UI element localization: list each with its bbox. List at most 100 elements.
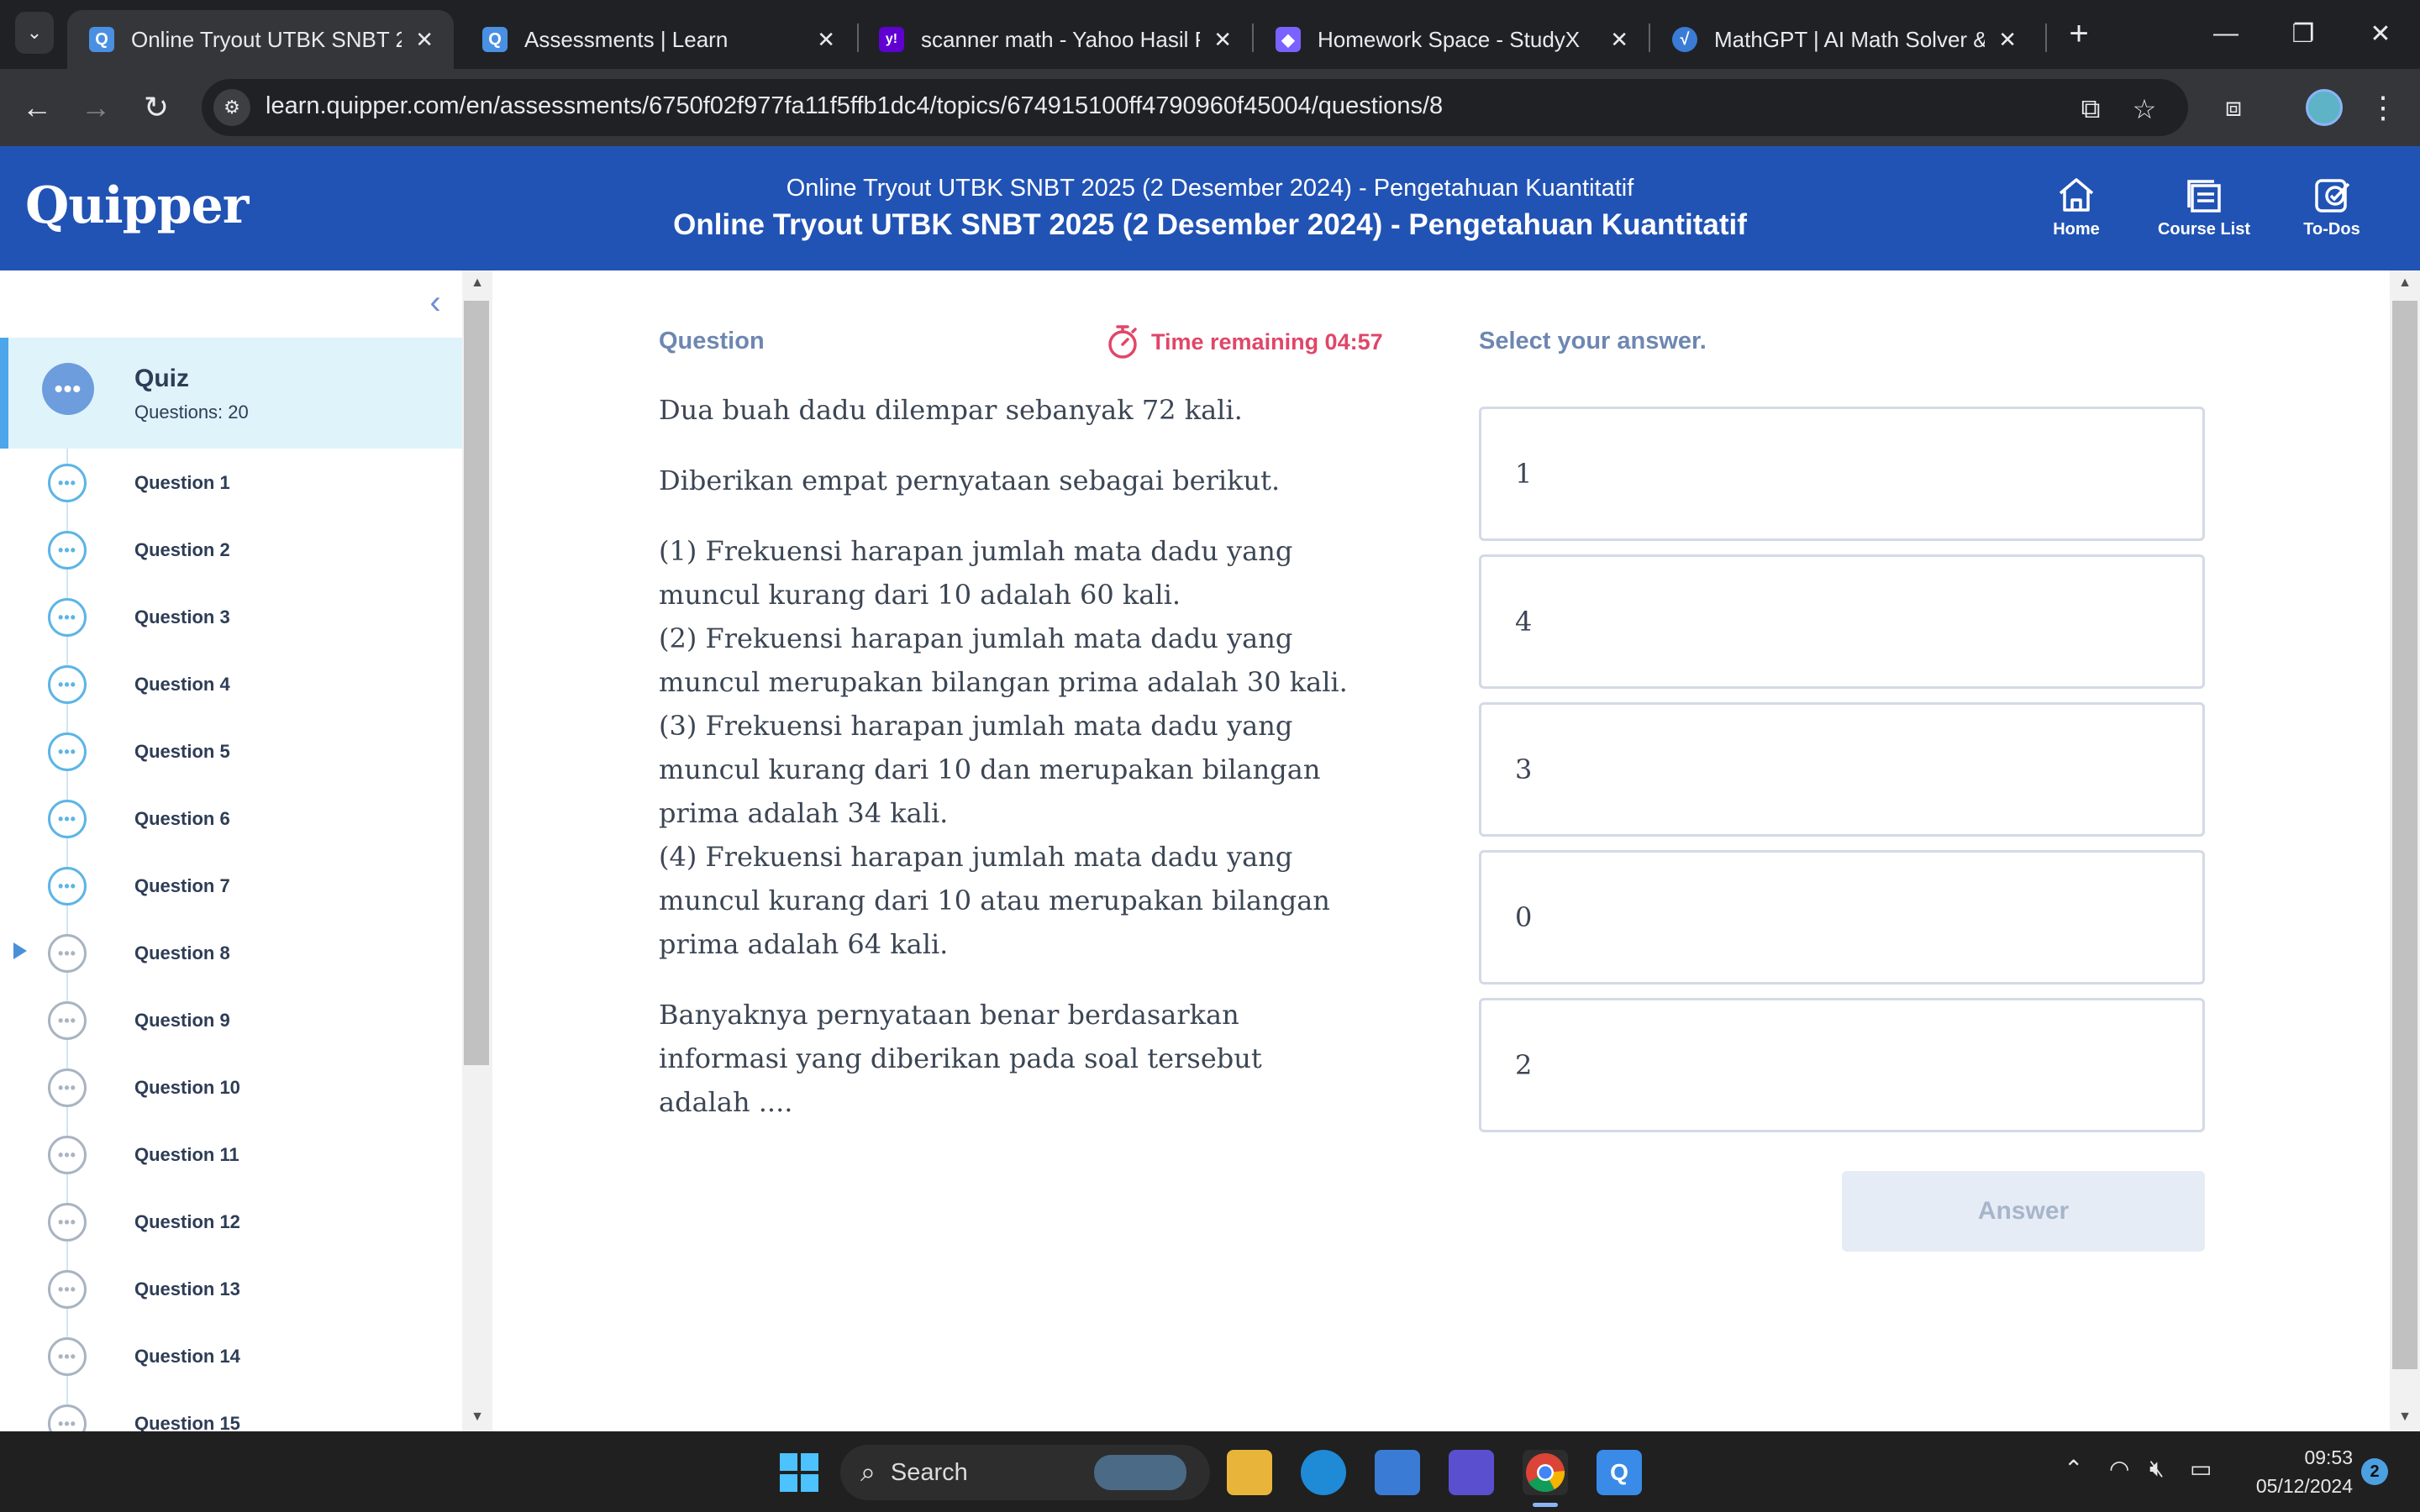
nav-course-list[interactable]: Course List [2141, 173, 2267, 239]
sidebar-item-label: Question 12 [134, 1211, 240, 1232]
scroll-up-icon[interactable]: ▲ [2396, 276, 2413, 291]
tab-title: Online Tryout UTBK SNBT 2025 [131, 26, 402, 52]
question-heading: Question [659, 328, 765, 354]
tab-search-button[interactable]: ⌄ [15, 12, 54, 54]
close-tab-icon[interactable]: ✕ [415, 27, 434, 53]
current-question-marker-icon [13, 942, 27, 959]
sidebar-item-question-9[interactable]: ••• Question 9 [0, 986, 462, 1053]
minimize-button[interactable]: — [2188, 8, 2264, 59]
quiz-header[interactable]: ••• Quiz Questions: 20 [0, 338, 462, 449]
file-explorer-icon[interactable] [1227, 1450, 1272, 1495]
back-button[interactable]: ← [13, 84, 60, 131]
scroll-down-icon[interactable]: ▼ [2396, 1410, 2413, 1425]
volume-muted-icon[interactable]: 🔇︎ [2149, 1455, 2165, 1483]
sidebar-item-question-10[interactable]: ••• Question 10 [0, 1053, 462, 1121]
answer-option-b[interactable]: 4 [1479, 554, 2205, 689]
sidebar-scrollbar[interactable]: ▲ ▼ [462, 270, 492, 1431]
sidebar-item-question-7[interactable]: ••• Question 7 [0, 852, 462, 919]
quiz-title: Quiz [134, 365, 189, 392]
sidebar-item-question-15[interactable]: ••• Question 15 [0, 1389, 462, 1431]
extensions-icon[interactable]: ⧈ [2215, 89, 2252, 126]
close-tab-icon[interactable]: ✕ [817, 27, 835, 53]
ellipsis-icon: ••• [48, 1068, 87, 1107]
open-in-app-icon[interactable]: ⧉ [2072, 91, 2109, 128]
restore-button[interactable]: ❐ [2265, 8, 2341, 59]
reload-button[interactable]: ↻ [133, 84, 180, 131]
nav-home[interactable]: Home [2013, 173, 2139, 239]
sidebar-item-label: Question 2 [134, 539, 230, 560]
bookmark-star-icon[interactable]: ☆ [2126, 91, 2163, 128]
tab-online-tryout[interactable]: Q Online Tryout UTBK SNBT 2025 ✕ [67, 10, 454, 69]
close-tab-icon[interactable]: ✕ [1213, 27, 1232, 53]
scroll-down-icon[interactable]: ▼ [469, 1410, 486, 1425]
close-window-button[interactable]: ✕ [2343, 8, 2418, 59]
quipper-app-icon[interactable]: Q [1597, 1450, 1642, 1495]
main-scrollbar[interactable]: ▲ ▼ [2390, 270, 2420, 1431]
sidebar-item-question-13[interactable]: ••• Question 13 [0, 1255, 462, 1322]
app-icon[interactable] [1449, 1450, 1494, 1495]
answer-option-a[interactable]: 1 [1479, 407, 2205, 541]
ellipsis-icon: ••• [48, 598, 87, 637]
tab-studyx[interactable]: ◆ Homework Space - StudyX ✕ [1254, 10, 1649, 69]
sidebar-item-question-12[interactable]: ••• Question 12 [0, 1188, 462, 1255]
option-text: 1 [1515, 458, 1533, 490]
kebab-menu-icon: ⋮ [2368, 90, 2398, 124]
sidebar-item-question-11[interactable]: ••• Question 11 [0, 1121, 462, 1188]
notification-badge[interactable]: 2 [2361, 1458, 2388, 1485]
tab-title: MathGPT | AI Math Solver & Ho [1714, 26, 1985, 52]
tab-assessments[interactable]: Q Assessments | Learn ✕ [460, 10, 855, 69]
browser-menu-button[interactable]: ⋮ [2365, 84, 2402, 131]
answer-option-e[interactable]: 2 [1479, 998, 2205, 1132]
nav-todos[interactable]: To-Dos [2269, 173, 2395, 239]
chevron-up-icon: ⌃ [2064, 1456, 2084, 1482]
windows-taskbar: ⌕ Search Q ⌃ ◠ 🔇︎ ▭ 09:53 05/12/2024 2 [0, 1431, 2420, 1512]
close-tab-icon[interactable]: ✕ [1610, 27, 1628, 53]
tab-yahoo-search[interactable]: y! scanner math - Yahoo Hasil Pen ✕ [857, 10, 1252, 69]
sidebar-item-question-1[interactable]: ••• Question 1 [0, 449, 462, 516]
forward-button[interactable]: → [72, 84, 119, 131]
system-clock[interactable]: 09:53 05/12/2024 [2235, 1443, 2353, 1500]
option-text: 2 [1515, 1049, 1533, 1081]
mathgpt-favicon-icon: √ [1672, 27, 1697, 52]
battery-icon[interactable]: ▭ [2190, 1455, 2212, 1483]
windows-start-icon[interactable] [780, 1453, 818, 1492]
course-list-icon [2141, 173, 2267, 217]
main-scroll-thumb[interactable] [2392, 301, 2417, 1369]
select-answer-heading: Select your answer. [1479, 328, 1707, 354]
wifi-icon[interactable]: ◠ [2109, 1455, 2129, 1483]
quiz-question-count: Questions: 20 [134, 402, 249, 423]
sidebar-item-question-3[interactable]: ••• Question 3 [0, 583, 462, 650]
taskbar-search[interactable]: ⌕ Search [840, 1445, 1210, 1500]
new-tab-button[interactable]: + [2057, 12, 2101, 55]
ellipsis-icon: ••• [48, 1270, 87, 1309]
sidebar-item-question-2[interactable]: ••• Question 2 [0, 516, 462, 583]
sidebar-item-question-14[interactable]: ••• Question 14 [0, 1322, 462, 1389]
sidebar-scroll-thumb[interactable] [464, 301, 489, 1065]
tab-mathgpt[interactable]: √ MathGPT | AI Math Solver & Ho ✕ [1650, 10, 2037, 69]
sidebar-item-question-4[interactable]: ••• Question 4 [0, 650, 462, 717]
profile-avatar[interactable] [2306, 89, 2343, 126]
show-hidden-icons-button[interactable]: ⌃ [2064, 1455, 2083, 1483]
sidebar-item-label: Question 15 [134, 1413, 240, 1431]
sidebar-item-label: Question 4 [134, 674, 230, 695]
close-tab-icon[interactable]: ✕ [1998, 27, 2017, 53]
address-bar[interactable]: ⚙ learn.quipper.com/en/assessments/6750f… [202, 79, 2188, 136]
sidebar-item-question-6[interactable]: ••• Question 6 [0, 785, 462, 852]
collapse-sidebar-button[interactable]: ‹ [418, 284, 452, 321]
site-info-icon[interactable]: ⚙ [213, 89, 250, 126]
microsoft-store-icon[interactable] [1375, 1450, 1420, 1495]
edge-browser-icon[interactable] [1301, 1450, 1346, 1495]
chrome-icon[interactable] [1523, 1450, 1568, 1507]
answer-button[interactable]: Answer [1842, 1171, 2205, 1252]
tab-title: Homework Space - StudyX [1318, 26, 1581, 52]
ellipsis-icon: ••• [48, 934, 87, 973]
answer-option-d[interactable]: 0 [1479, 850, 2205, 984]
sidebar-item-question-5[interactable]: ••• Question 5 [0, 717, 462, 785]
sidebar-item-question-8[interactable]: ••• Question 8 [0, 919, 462, 986]
url-text[interactable]: learn.quipper.com/en/assessments/6750f02… [266, 92, 1443, 120]
scroll-up-icon[interactable]: ▲ [469, 276, 486, 291]
answer-option-c[interactable]: 3 [1479, 702, 2205, 837]
restore-icon: ❐ [2291, 19, 2315, 48]
ellipsis-icon: ••• [48, 531, 87, 570]
ellipsis-icon: ••• [48, 1001, 87, 1040]
